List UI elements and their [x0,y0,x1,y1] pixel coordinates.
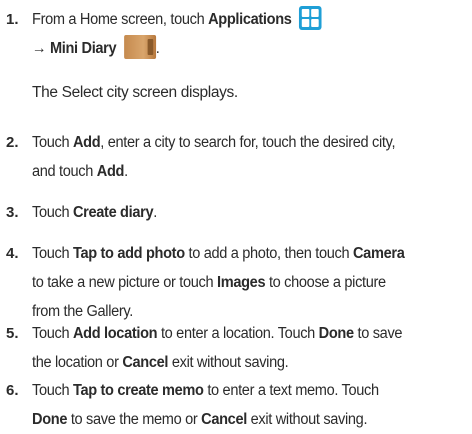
text-run: to enter a location. Touch [157,325,319,342]
step-number: 6. [6,382,19,399]
step-number: 2. [6,134,19,151]
step-text: Touch Add location to enter a location. … [32,319,470,377]
step-text: Touch Create diary. [32,198,470,227]
instructions-page: 1. From a Home screen, touch Application… [0,0,472,434]
step-text: Touch Add, enter a city to search for, t… [32,128,470,186]
bold-term: Add [72,134,101,151]
bold-term: Done [318,325,354,342]
bold-term: Create diary [72,204,154,221]
applications-grid-icon [299,6,322,30]
bold-term: Tap to add photo [72,245,185,262]
bold-term: Tap to create memo [72,382,204,399]
bold-term: Camera [352,245,405,262]
text-run: . [155,40,160,57]
bold-term: Images [216,274,266,291]
bold-term: Add [96,163,125,180]
step-text: From a Home screen, touch Applications →… [32,5,470,63]
text-run: . [124,163,128,180]
text-run: to enter a text memo. Touch [203,382,379,399]
text-run: Touch [32,245,73,262]
text-run: from the Gallery. [32,303,134,320]
step-1-note: The Select city screen displays. [32,84,238,101]
text-run: to save the memo or [67,411,202,428]
text-run: and touch [32,163,97,180]
text-run: , enter a city to search for, touch the … [100,134,396,151]
bold-term: Cancel [201,411,247,428]
bold-term: Done [32,411,68,428]
step-text: Touch Tap to create memo to enter a text… [32,376,470,434]
text-run: to add a photo, then touch [184,245,353,262]
text-run: exit without saving. [168,354,289,371]
step-number: 4. [6,245,19,262]
text-run: to choose a picture [265,274,386,291]
step-number: 3. [6,204,19,221]
text-run: to take a new picture or touch [32,274,217,291]
step-number: 1. [6,11,19,28]
mini-diary-label: → Mini Diary [32,40,117,57]
text-run: From a Home screen, touch [32,11,209,28]
text-run: exit without saving. [246,411,368,428]
text-run: . [153,204,157,221]
applications-label: Applications [208,11,292,28]
step-text: Touch Tap to add photo to add a photo, t… [32,239,470,326]
bold-term: Add location [72,325,158,342]
text-run: Touch [32,204,73,221]
text-run: Touch [32,134,73,151]
text-run: to save [353,325,403,342]
mini-diary-icon [123,35,156,59]
text-run: Touch [32,382,73,399]
text-run: Touch [32,325,73,342]
bold-term: Cancel [122,354,169,371]
step-number: 5. [6,325,19,342]
text-run: the location or [32,354,123,371]
